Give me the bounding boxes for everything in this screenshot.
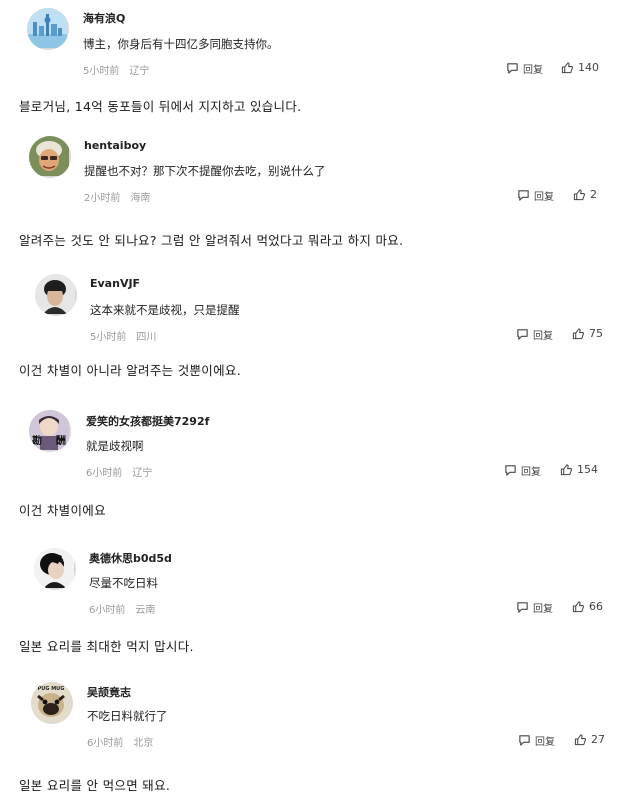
reply-button[interactable]: 回复 (516, 600, 553, 615)
person-photo-icon (35, 274, 75, 314)
comment-actions: 回复 75 (516, 327, 608, 342)
avatar-char-left: 勘 (32, 434, 42, 447)
comment-meta: 5小时前 四川 (90, 328, 166, 343)
comment-time: 5小时前 (83, 66, 120, 77)
like-button[interactable]: 140 (561, 61, 599, 74)
reply-button[interactable]: 回复 (517, 188, 554, 203)
like-count: 75 (589, 327, 603, 340)
comment-item: 海有浪Q 博主，你身后有十四亿多同胞支持你。 5小时前 辽宁 回复 140 (0, 0, 624, 80)
comment-time: 6小时前 (87, 738, 124, 749)
comment-item: PUG MUG 吴颉竟志 不吃日料就行了 6小时前 北京 回复 27 (0, 674, 624, 754)
comment-username[interactable]: hentaiboy (84, 139, 146, 152)
comment-translation: 이건 차별이 아니라 알려주는 것뿐이에요. (19, 363, 241, 378)
character-avatar[interactable]: 勘 酬 (29, 410, 71, 452)
dark-hair-avatar[interactable] (34, 548, 76, 590)
reply-label: 回复 (534, 192, 554, 203)
comment-location: 辽宁 (129, 66, 150, 77)
dark-hair-icon (34, 548, 74, 588)
like-button[interactable]: 2 (573, 188, 597, 201)
comment-location: 海南 (130, 193, 151, 204)
comment-meta: 2小时前 海南 (84, 189, 160, 204)
like-count: 2 (590, 188, 597, 201)
comment-translation: 알려주는 것도 안 되나요? 그럼 안 알려줘서 먹었다고 뭐라고 하지 마요. (19, 233, 404, 248)
man-cartoon-avatar[interactable] (29, 136, 71, 178)
reply-label: 回复 (533, 604, 553, 615)
like-count: 140 (578, 61, 599, 74)
comment-username[interactable]: 奥德休思b0d5d (89, 550, 172, 566)
thumbs-up-icon (573, 189, 585, 201)
comment-translation: 블로거님, 14억 동포들이 뒤에서 지지하고 있습니다. (19, 99, 302, 114)
reply-button[interactable]: 回复 (516, 327, 553, 342)
comment-time: 6小时前 (86, 468, 123, 479)
reply-button[interactable]: 回复 (504, 463, 541, 478)
reply-icon (519, 735, 530, 746)
comment-location: 辽宁 (132, 468, 153, 479)
comment-item: EvanVJF 这本来就不是歧视，只是提醒 5小时前 四川 回复 75 (0, 266, 624, 346)
comment-time: 5小时前 (90, 332, 127, 343)
reply-icon (517, 329, 528, 340)
thumbs-up-icon (560, 464, 572, 476)
reply-button[interactable]: 回复 (518, 733, 555, 748)
comment-meta: 6小时前 北京 (87, 734, 163, 749)
reply-icon (505, 465, 516, 476)
like-button[interactable]: 75 (572, 327, 603, 340)
avatar-char-right: 酬 (56, 434, 66, 447)
like-button[interactable]: 154 (560, 463, 598, 476)
comment-actions: 回复 154 (504, 463, 604, 478)
reply-icon (517, 602, 528, 613)
pug-dog-icon: PUG MUG (31, 682, 71, 722)
comment-meta: 6小时前 云南 (89, 601, 165, 616)
reply-label: 回复 (521, 467, 541, 478)
pug-dog-avatar[interactable]: PUG MUG (31, 682, 73, 724)
comment-location: 云南 (135, 605, 156, 616)
comment-actions: 回复 2 (517, 188, 607, 203)
comment-time: 6小时前 (89, 605, 126, 616)
comment-item: hentaiboy 提醒也不对？那下次不提醒你去吃，别说什么了 2小时前 海南 回… (0, 128, 624, 208)
city-skyline-icon (27, 8, 67, 48)
comment-actions: 回复 66 (516, 600, 608, 615)
comment-actions: 回复 140 (506, 61, 606, 76)
like-count: 66 (589, 600, 603, 613)
city-skyline-avatar[interactable] (27, 8, 69, 50)
character-icon: 勘 酬 (29, 410, 69, 450)
reply-button[interactable]: 回复 (506, 61, 543, 76)
comment-username[interactable]: 吴颉竟志 (87, 684, 131, 700)
comment-location: 四川 (136, 332, 157, 343)
comment-text: 这本来就不是歧视，只是提醒 (90, 303, 240, 317)
reply-icon (518, 190, 529, 201)
comment-text: 提醒也不对？那下次不提醒你去吃，别说什么了 (84, 164, 326, 178)
comment-translation: 이건 차별이에요 (19, 503, 106, 518)
comment-text: 就是歧视啊 (86, 439, 144, 453)
like-count: 154 (577, 463, 598, 476)
comment-meta: 5小时前 辽宁 (83, 62, 159, 77)
like-count: 27 (591, 733, 605, 746)
comment-translation: 일본 요리를 최대한 먹지 맙시다. (19, 639, 194, 654)
avatar-badge-text: PUG MUG (38, 686, 65, 692)
like-button[interactable]: 27 (574, 733, 605, 746)
like-button[interactable]: 66 (572, 600, 603, 613)
thumbs-up-icon (572, 601, 584, 613)
comment-time: 2小时前 (84, 193, 121, 204)
comment-username[interactable]: 海有浪Q (83, 10, 125, 26)
thumbs-up-icon (574, 734, 586, 746)
reply-label: 回复 (533, 331, 553, 342)
comment-meta: 6小时前 辽宁 (86, 464, 162, 479)
comment-text: 博主，你身后有十四亿多同胞支持你。 (83, 37, 279, 51)
comment-username[interactable]: 爱笑的女孩都挺美7292f (86, 413, 209, 429)
comment-text: 尽量不吃日料 (89, 576, 158, 590)
comment-translation: 일본 요리를 안 먹으면 돼요. (19, 778, 171, 793)
thumbs-up-icon (572, 328, 584, 340)
comment-item: 奥德休思b0d5d 尽量不吃日料 6小时前 云南 回复 66 (0, 540, 624, 620)
thumbs-up-icon (561, 62, 573, 74)
comment-text: 不吃日料就行了 (87, 709, 168, 723)
reply-label: 回复 (535, 737, 555, 748)
reply-label: 回复 (523, 65, 543, 76)
person-photo-avatar[interactable] (35, 274, 77, 316)
reply-icon (507, 63, 518, 74)
comment-location: 北京 (133, 738, 154, 749)
comment-actions: 回复 27 (518, 733, 610, 748)
comment-username[interactable]: EvanVJF (90, 277, 140, 290)
comment-item: 勘 酬 爱笑的女孩都挺美7292f 就是歧视啊 6小时前 辽宁 回复 154 (0, 402, 624, 482)
man-cartoon-icon (29, 136, 69, 176)
